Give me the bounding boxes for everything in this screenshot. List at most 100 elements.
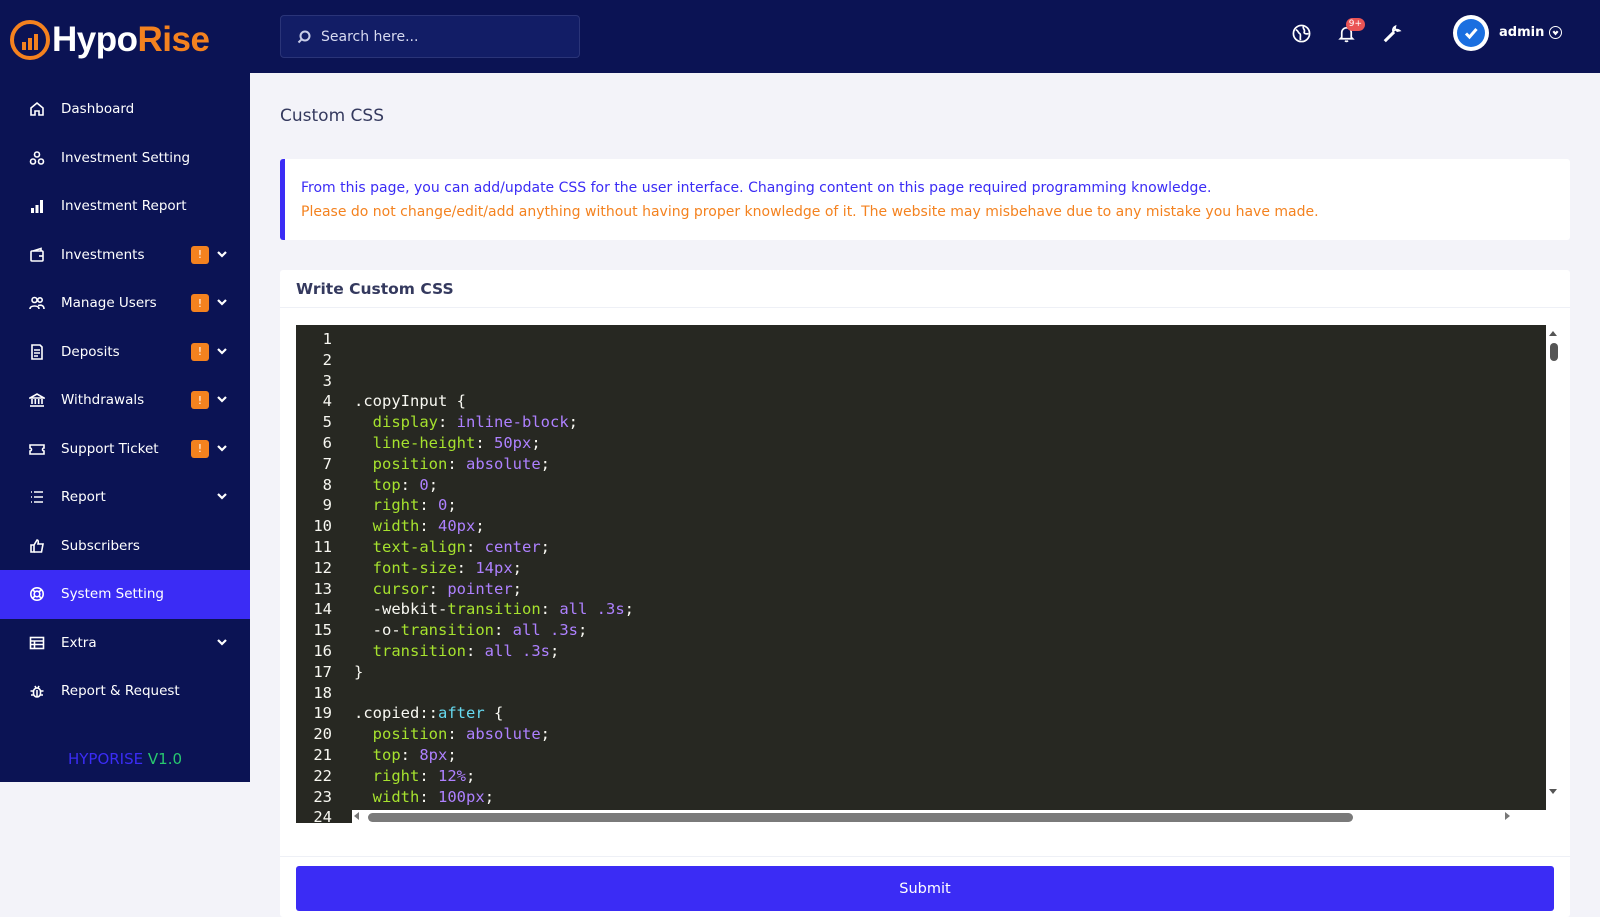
sidebar-item-label: Investment Setting <box>61 149 191 166</box>
scroll-down-arrow-icon[interactable] <box>1549 789 1557 794</box>
sidebar-item-report[interactable]: Report <box>0 473 250 522</box>
horizontal-scrollbar[interactable] <box>352 810 1548 823</box>
code-text[interactable]: text-align: center; <box>354 537 550 558</box>
code-text[interactable]: position: absolute; <box>354 724 550 745</box>
brand-logo[interactable]: HypoRise <box>0 0 250 80</box>
code-line[interactable]: 21 top: 8px; <box>296 745 1548 766</box>
avatar[interactable] <box>1453 15 1489 51</box>
line-number: 13 <box>313 579 332 598</box>
code-line[interactable]: 12 font-size: 14px; <box>296 558 1548 579</box>
code-line[interactable]: 18 <box>296 683 1548 704</box>
sidebar-menu: Dashboard Investment Setting Investment … <box>0 85 250 716</box>
code-line[interactable]: 5 display: inline-block; <box>296 412 1548 433</box>
code-line[interactable]: 3 <box>296 371 1548 392</box>
horizontal-scroll-thumb[interactable] <box>368 813 1353 822</box>
code-line[interactable]: 10 width: 40px; <box>296 516 1548 537</box>
version-name: HYPORISE <box>67 750 144 768</box>
code-text[interactable]: width: 100px; <box>354 787 494 808</box>
chevron-down-circle-icon[interactable] <box>1549 26 1562 39</box>
search-box[interactable] <box>280 15 580 58</box>
code-line[interactable]: 8 top: 0; <box>296 475 1548 496</box>
sidebar-item-investment-report[interactable]: Investment Report <box>0 182 250 231</box>
code-line[interactable]: 15 -o-transition: all .3s; <box>296 620 1548 641</box>
code-line[interactable]: 11 text-align: center; <box>296 537 1548 558</box>
code-line[interactable]: 9 right: 0; <box>296 495 1548 516</box>
version-number: V1.0 <box>147 750 183 768</box>
vertical-scroll-thumb[interactable] <box>1550 343 1558 361</box>
line-number: 9 <box>322 496 332 515</box>
code-text[interactable]: font-size: 14px; <box>354 558 522 579</box>
chevron-down-icon <box>216 296 230 310</box>
users-icon <box>29 295 45 311</box>
sidebar-item-label: System Setting <box>61 586 164 603</box>
sidebar-item-manage-users[interactable]: Manage Users ! <box>0 279 250 328</box>
code-text[interactable]: cursor: pointer; <box>354 579 522 600</box>
scroll-up-arrow-icon[interactable] <box>1549 331 1557 336</box>
sidebar-item-label: Report & Request <box>61 683 180 700</box>
line-number: 14 <box>313 600 332 619</box>
code-line[interactable]: 22 right: 12%; <box>296 766 1548 787</box>
sidebar-item-deposits[interactable]: Deposits ! <box>0 328 250 377</box>
sidebar-item-investments[interactable]: Investments ! <box>0 231 250 280</box>
search-input[interactable] <box>321 28 561 45</box>
line-number: 1 <box>322 330 332 348</box>
sidebar-item-investment-setting[interactable]: Investment Setting <box>0 134 250 183</box>
sidebar-item-report-request[interactable]: Report & Request <box>0 667 250 716</box>
notification-count-badge: 9+ <box>1345 18 1365 31</box>
scroll-right-arrow-icon[interactable] <box>1505 812 1510 820</box>
code-line[interactable]: 14 -webkit-transition: all .3s; <box>296 599 1548 620</box>
code-text[interactable]: width: 40px; <box>354 516 485 537</box>
code-text[interactable]: .copyInput { <box>354 391 466 412</box>
code-text[interactable]: transition: all .3s; <box>354 641 560 662</box>
code-text[interactable]: right: 12%; <box>354 766 476 787</box>
code-text[interactable]: right: 0; <box>354 495 457 516</box>
sidebar-item-system-setting[interactable]: System Setting <box>0 570 250 619</box>
code-text[interactable]: top: 8px; <box>354 745 457 766</box>
invoice-icon <box>29 343 45 360</box>
code-text[interactable]: -webkit-transition: all .3s; <box>354 599 634 620</box>
sidebar-item-withdrawals[interactable]: Withdrawals ! <box>0 376 250 425</box>
topbar: 9+ admin <box>250 0 1600 73</box>
line-number: 8 <box>322 475 332 494</box>
sidebar-item-dashboard[interactable]: Dashboard <box>0 85 250 134</box>
sidebar: HypoRise Dashboard Investment Setting In… <box>0 0 250 782</box>
code-line[interactable]: 16 transition: all .3s; <box>296 641 1548 662</box>
css-code-editor[interactable]: 1 2 3 4 .copyInput {5 display: inline-block;… <box>296 325 1548 823</box>
sidebar-item-support-ticket[interactable]: Support Ticket ! <box>0 425 250 474</box>
code-text[interactable]: position: absolute; <box>354 454 550 475</box>
bank-icon <box>29 392 45 408</box>
notification-bell-icon[interactable]: 9+ <box>1335 18 1365 44</box>
globe-icon[interactable] <box>1290 22 1312 44</box>
code-line[interactable]: 6 line-height: 50px; <box>296 433 1548 454</box>
alert-badge: ! <box>191 245 209 264</box>
line-number: 11 <box>313 538 332 556</box>
code-line[interactable]: 19 .copied::after { <box>296 703 1548 724</box>
line-number: 3 <box>322 371 332 390</box>
code-text[interactable]: -o-transition: all .3s; <box>354 620 588 641</box>
code-text[interactable]: .copied::after { <box>354 703 503 724</box>
sidebar-item-label: Extra <box>61 634 97 651</box>
scroll-left-arrow-icon[interactable] <box>354 812 359 820</box>
admin-username[interactable]: admin <box>1499 25 1544 40</box>
code-text[interactable]: display: inline-block; <box>354 412 578 433</box>
code-line[interactable]: 7 position: absolute; <box>296 454 1548 475</box>
vertical-scrollbar[interactable] <box>1546 325 1560 810</box>
code-line[interactable]: 20 position: absolute; <box>296 724 1548 745</box>
code-text[interactable]: } <box>354 662 363 683</box>
investment-setting-icon <box>29 150 45 166</box>
home-icon <box>29 101 45 117</box>
code-line[interactable]: 17} <box>296 662 1548 683</box>
code-line[interactable]: 2 <box>296 350 1548 371</box>
code-line[interactable]: 23 width: 100px; <box>296 787 1548 808</box>
wrench-icon[interactable] <box>1381 22 1403 44</box>
code-line[interactable]: 1 <box>296 329 1548 350</box>
code-text[interactable]: top: 0; <box>354 475 438 496</box>
sidebar-item-subscribers[interactable]: Subscribers <box>0 522 250 571</box>
line-number: 10 <box>313 517 332 536</box>
code-line[interactable]: 13 cursor: pointer; <box>296 579 1548 600</box>
sidebar-item-extra[interactable]: Extra <box>0 619 250 668</box>
submit-button[interactable]: Submit <box>296 866 1554 911</box>
sidebar-item-label: Withdrawals <box>61 392 145 409</box>
code-line[interactable]: 4 .copyInput { <box>296 391 1548 412</box>
code-text[interactable]: line-height: 50px; <box>354 433 541 454</box>
